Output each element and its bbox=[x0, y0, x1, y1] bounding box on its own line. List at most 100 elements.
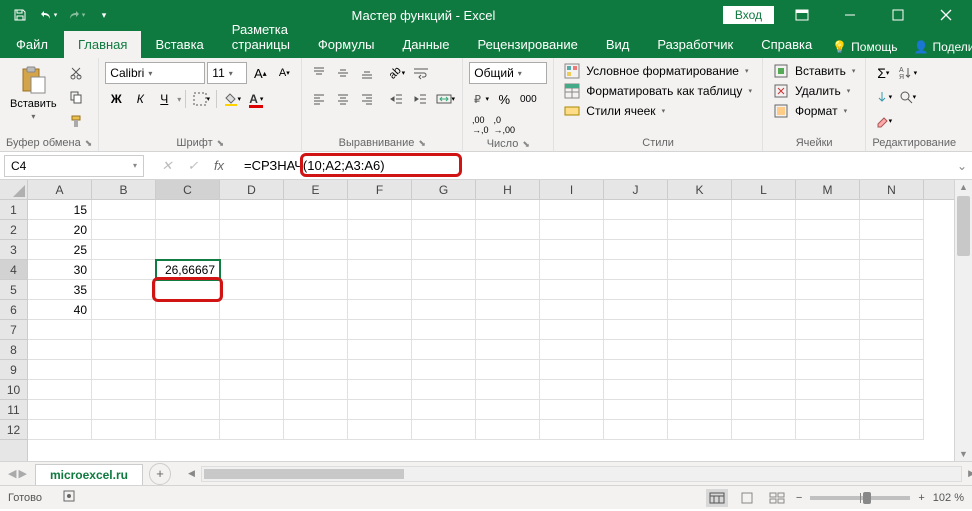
row-header[interactable]: 3 bbox=[0, 240, 27, 260]
tab-page-layout[interactable]: Разметка страницы bbox=[218, 16, 304, 58]
cell[interactable] bbox=[92, 280, 156, 300]
add-sheet-button[interactable]: + bbox=[149, 463, 171, 485]
cell[interactable] bbox=[540, 400, 604, 420]
cell[interactable] bbox=[220, 400, 284, 420]
cell[interactable] bbox=[412, 220, 476, 240]
fill-color-button[interactable]: ▾ bbox=[221, 88, 243, 110]
cell[interactable] bbox=[348, 240, 412, 260]
autosum-button[interactable]: Σ▾ bbox=[872, 62, 894, 84]
cell[interactable] bbox=[860, 200, 924, 220]
cell[interactable] bbox=[156, 340, 220, 360]
cell[interactable] bbox=[732, 340, 796, 360]
cell[interactable] bbox=[732, 280, 796, 300]
cell[interactable] bbox=[796, 220, 860, 240]
cell[interactable] bbox=[92, 260, 156, 280]
normal-view-button[interactable] bbox=[706, 489, 728, 507]
enter-button[interactable]: ✓ bbox=[182, 155, 204, 177]
increase-indent-button[interactable] bbox=[410, 88, 432, 110]
cell[interactable] bbox=[220, 300, 284, 320]
horizontal-scrollbar[interactable] bbox=[201, 466, 962, 482]
dialog-launcher-icon[interactable]: ⬊ bbox=[522, 139, 530, 150]
font-size-combo[interactable]: 11▾ bbox=[207, 62, 247, 84]
cell[interactable] bbox=[412, 420, 476, 440]
cell[interactable] bbox=[476, 200, 540, 220]
name-box[interactable]: C4▾ bbox=[4, 155, 144, 177]
cell[interactable] bbox=[28, 380, 92, 400]
cell[interactable] bbox=[412, 360, 476, 380]
cell[interactable] bbox=[604, 240, 668, 260]
cell[interactable] bbox=[668, 340, 732, 360]
cell[interactable] bbox=[732, 400, 796, 420]
cell[interactable] bbox=[28, 420, 92, 440]
expand-formula-bar[interactable]: ⌄ bbox=[952, 159, 972, 173]
cell[interactable] bbox=[604, 380, 668, 400]
cell[interactable] bbox=[540, 380, 604, 400]
cell[interactable] bbox=[284, 240, 348, 260]
cell[interactable] bbox=[604, 400, 668, 420]
cell[interactable] bbox=[540, 260, 604, 280]
scrollbar-thumb[interactable] bbox=[957, 196, 970, 256]
conditional-formatting-button[interactable]: Условное форматирование▾ bbox=[560, 62, 752, 80]
cell[interactable] bbox=[604, 220, 668, 240]
cell[interactable] bbox=[668, 300, 732, 320]
column-header[interactable]: D bbox=[220, 180, 284, 199]
sign-in-button[interactable]: Вход bbox=[723, 6, 774, 24]
cell[interactable] bbox=[796, 360, 860, 380]
row-header[interactable]: 1 bbox=[0, 200, 27, 220]
column-header[interactable]: J bbox=[604, 180, 668, 199]
cut-button[interactable] bbox=[65, 62, 87, 84]
row-header[interactable]: 6 bbox=[0, 300, 27, 320]
cell[interactable] bbox=[604, 200, 668, 220]
vertical-scrollbar[interactable] bbox=[954, 180, 972, 461]
cell[interactable] bbox=[668, 280, 732, 300]
cell[interactable] bbox=[540, 300, 604, 320]
cell[interactable] bbox=[476, 240, 540, 260]
cell[interactable] bbox=[860, 280, 924, 300]
fill-button[interactable]: ▾ bbox=[872, 86, 894, 108]
cell[interactable] bbox=[92, 380, 156, 400]
accounting-format-button[interactable]: ₽▾ bbox=[469, 88, 491, 110]
cell[interactable] bbox=[732, 380, 796, 400]
cell[interactable] bbox=[476, 340, 540, 360]
dialog-launcher-icon[interactable]: ⬊ bbox=[85, 138, 93, 149]
cell[interactable] bbox=[412, 320, 476, 340]
cell[interactable] bbox=[348, 400, 412, 420]
cell[interactable] bbox=[540, 200, 604, 220]
cell[interactable] bbox=[540, 420, 604, 440]
orientation-button[interactable]: ab▾ bbox=[386, 62, 408, 84]
cell[interactable] bbox=[220, 380, 284, 400]
cell[interactable] bbox=[156, 240, 220, 260]
cell[interactable] bbox=[284, 400, 348, 420]
find-select-button[interactable]: ▾ bbox=[896, 86, 918, 108]
cell[interactable]: 15 bbox=[28, 200, 92, 220]
align-middle-button[interactable] bbox=[332, 62, 354, 84]
dialog-launcher-icon[interactable]: ⬊ bbox=[418, 138, 426, 149]
column-header[interactable]: E bbox=[284, 180, 348, 199]
align-center-button[interactable] bbox=[332, 88, 354, 110]
tab-insert[interactable]: Вставка bbox=[141, 31, 217, 58]
cell[interactable] bbox=[476, 360, 540, 380]
tab-developer[interactable]: Разработчик bbox=[643, 31, 747, 58]
cell[interactable] bbox=[348, 280, 412, 300]
tab-data[interactable]: Данные bbox=[389, 31, 464, 58]
cell[interactable] bbox=[28, 400, 92, 420]
font-name-combo[interactable]: Calibri▾ bbox=[105, 62, 205, 84]
cell[interactable] bbox=[860, 380, 924, 400]
tell-me[interactable]: 💡Помощь bbox=[826, 36, 903, 58]
cell[interactable] bbox=[284, 340, 348, 360]
align-bottom-button[interactable] bbox=[356, 62, 378, 84]
column-header[interactable]: K bbox=[668, 180, 732, 199]
format-cells-button[interactable]: Формат▾ bbox=[769, 102, 851, 120]
cell[interactable] bbox=[476, 380, 540, 400]
cell[interactable] bbox=[284, 360, 348, 380]
cell[interactable] bbox=[796, 240, 860, 260]
cell[interactable]: 30 bbox=[28, 260, 92, 280]
undo-button[interactable]: ▾ bbox=[36, 3, 60, 27]
cell[interactable] bbox=[348, 360, 412, 380]
decrease-indent-button[interactable] bbox=[386, 88, 408, 110]
cell[interactable] bbox=[476, 220, 540, 240]
cell[interactable] bbox=[284, 300, 348, 320]
column-header[interactable]: H bbox=[476, 180, 540, 199]
cell[interactable] bbox=[412, 400, 476, 420]
cell[interactable] bbox=[732, 420, 796, 440]
